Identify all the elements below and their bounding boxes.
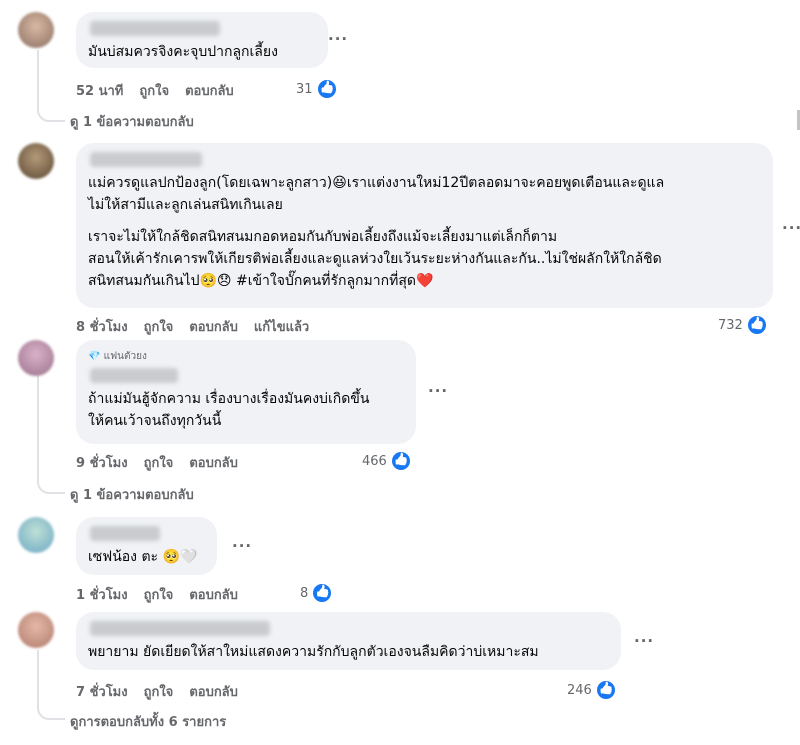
like-link[interactable]: ถูกใจ (144, 584, 174, 605)
author-name-blurred[interactable] (90, 621, 270, 636)
comment: 💎 แฟนตัวยง ถ้าแม่มันฮู้จักความ เรื่องบาง… (18, 340, 800, 480)
reply-link[interactable]: ตอบกลับ (189, 452, 238, 473)
author-name-blurred[interactable] (90, 526, 160, 541)
comment: มันบ่สมควรจิงคะจุบปากลูกเลี้ยง ··· 52 นา… (18, 12, 800, 122)
reaction-count[interactable]: 466 (362, 450, 412, 472)
comment-bubble: มันบ่สมควรจิงคะจุบปากลูกเลี้ยง (76, 12, 328, 68)
reaction-count[interactable]: 31 (296, 78, 338, 100)
like-link[interactable]: ถูกใจ (144, 452, 174, 473)
comment-text: เซฟน้อง ตะ 🥺🤍 (88, 549, 198, 565)
reaction-count-value: 246 (567, 682, 592, 698)
reaction-count-value: 8 (300, 585, 309, 601)
view-replies-link[interactable]: ดู 1 ข้อความตอบกลับ (70, 111, 194, 132)
thread-curve (37, 478, 65, 494)
comment: แม่ควรดูแลปกป้องลูก(โดยเฉพาะลูกสาว)😆เราแ… (18, 143, 800, 336)
top-fan-badge: 💎 แฟนตัวยง (88, 351, 147, 362)
like-link[interactable]: ถูกใจ (144, 316, 174, 337)
more-options-button[interactable]: ··· (428, 382, 448, 400)
comment-actions: 8 ชั่วโมง ถูกใจ ตอบกลับ แก้ไขแล้ว (76, 316, 309, 337)
reaction-count-value: 466 (362, 453, 387, 469)
timestamp[interactable]: 7 ชั่วโมง (76, 681, 128, 702)
comment-text-paragraph-1: แม่ควรดูแลปกป้องลูก(โดยเฉพาะลูกสาว)😆เราแ… (88, 175, 665, 213)
timestamp[interactable]: 52 นาที (76, 80, 123, 101)
more-options-button[interactable]: ··· (328, 30, 348, 48)
view-all-replies-link[interactable]: ดูการตอบกลับทั้ง 6 รายการ (70, 711, 226, 732)
edited-label: แก้ไขแล้ว (253, 320, 310, 335)
timestamp[interactable]: 9 ชั่วโมง (76, 452, 128, 473)
comment-bubble: เซฟน้อง ตะ 🥺🤍 (76, 517, 217, 575)
comment-actions: 1 ชั่วโมง ถูกใจ ตอบกลับ (76, 584, 238, 605)
timestamp[interactable]: 1 ชั่วโมง (76, 584, 128, 605)
reaction-count-value: 732 (718, 317, 743, 333)
comment-text: มันบ่สมควรจิงคะจุบปากลูกเลี้ยง (88, 44, 278, 60)
more-options-button[interactable]: ··· (232, 537, 252, 555)
comment-bubble: แม่ควรดูแลปกป้องลูก(โดยเฉพาะลูกสาว)😆เราแ… (76, 143, 773, 308)
reply-link[interactable]: ตอบกลับ (185, 80, 234, 101)
avatar[interactable] (18, 340, 54, 376)
author-name-blurred[interactable] (90, 21, 220, 36)
comment-bubble: พยายาม ยัดเยียดให้สาใหม่แสดงความรักกับลู… (76, 612, 621, 670)
avatar[interactable] (18, 12, 54, 48)
comment: พยายาม ยัดเยียดให้สาใหม่แสดงความรักกับลู… (18, 612, 800, 707)
reply-link[interactable]: ตอบกลับ (189, 584, 238, 605)
comment: เซฟน้อง ตะ 🥺🤍 ··· 1 ชั่วโมง ถูกใจ ตอบกลั… (18, 517, 800, 607)
reaction-count-value: 31 (296, 81, 313, 97)
like-link[interactable]: ถูกใจ (139, 80, 169, 101)
like-thumb-icon (389, 450, 412, 472)
more-options-button[interactable]: ··· (634, 632, 654, 650)
more-options-button[interactable]: ··· (782, 219, 800, 237)
author-name-blurred[interactable] (90, 368, 178, 383)
like-thumb-icon (311, 582, 334, 604)
like-thumb-icon (315, 78, 338, 100)
comment-text: ถ้าแม่มันฮู้จักความ เรื่องบางเรื่องมันคง… (88, 391, 370, 429)
avatar[interactable] (18, 612, 54, 648)
comment-text-paragraph-2: เราจะไม่ให้ใกล้ชิดสนิทสนมกอดหอมกันกับพ่อ… (88, 229, 662, 289)
view-replies-link[interactable]: ดู 1 ข้อความตอบกลับ (70, 484, 194, 505)
comment-bubble: 💎 แฟนตัวยง ถ้าแม่มันฮู้จักความ เรื่องบาง… (76, 340, 416, 444)
like-thumb-icon (594, 679, 617, 701)
reaction-count[interactable]: 732 (718, 314, 768, 336)
reply-link[interactable]: ตอบกลับ (189, 681, 238, 702)
author-name-blurred[interactable] (90, 152, 202, 167)
avatar[interactable] (18, 143, 54, 179)
like-thumb-icon (745, 314, 768, 336)
comment-actions: 52 นาที ถูกใจ ตอบกลับ (76, 80, 234, 101)
like-link[interactable]: ถูกใจ (144, 681, 174, 702)
avatar[interactable] (18, 517, 54, 553)
comment-text: พยายาม ยัดเยียดให้สาใหม่แสดงความรักกับลู… (88, 644, 539, 660)
timestamp[interactable]: 8 ชั่วโมง (76, 316, 128, 337)
comment-actions: 7 ชั่วโมง ถูกใจ ตอบกลับ (76, 681, 238, 702)
reply-link[interactable]: ตอบกลับ (189, 316, 238, 337)
comment-actions: 9 ชั่วโมง ถูกใจ ตอบกลับ (76, 452, 238, 473)
reaction-count[interactable]: 246 (567, 679, 617, 701)
reaction-count[interactable]: 8 (300, 582, 334, 604)
